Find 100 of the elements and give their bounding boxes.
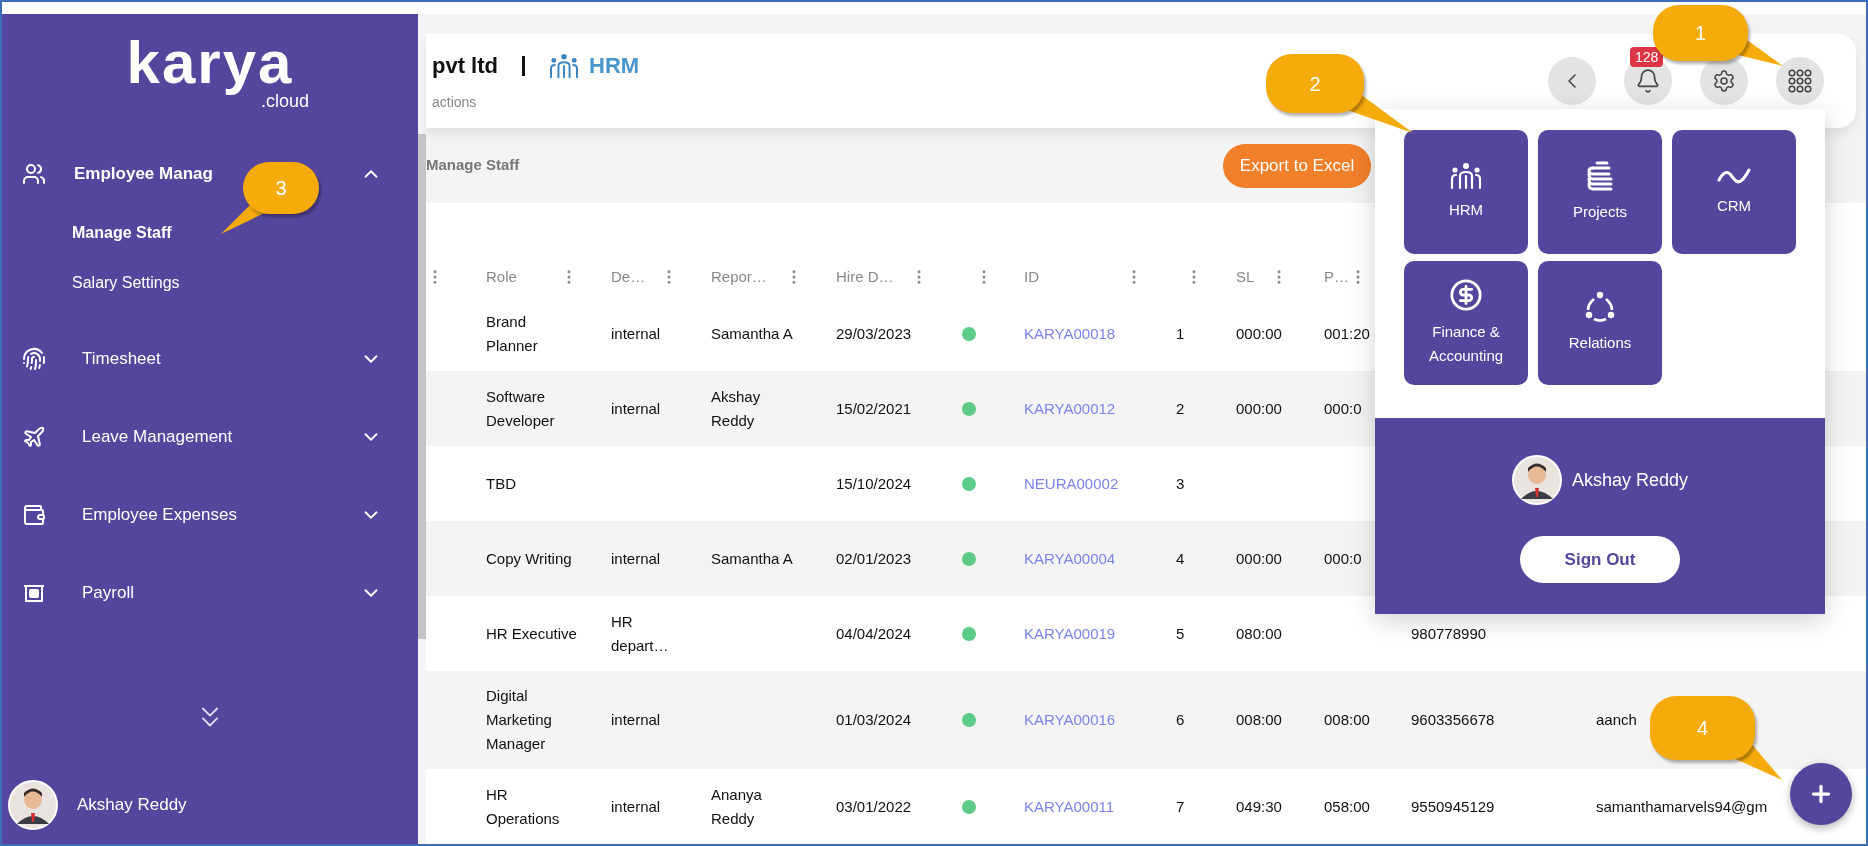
column-header[interactable]: P… (1324, 265, 1349, 289)
wallet-icon (22, 503, 46, 527)
table-cell-text: 001:20 (1324, 323, 1370, 344)
employee-id-link[interactable]: NEURA00002 (1024, 471, 1119, 496)
table-cell-text: samanthamarvels94@gm (1596, 796, 1768, 817)
people-group-icon (549, 52, 579, 79)
table-cell-text: internal (611, 548, 661, 569)
column-header[interactable]: Role (486, 265, 517, 289)
employee-id-link[interactable]: KARYA00011 (1024, 794, 1115, 819)
notification-count: 128 (1630, 47, 1664, 67)
table-cell-text: internal (611, 796, 661, 817)
table-cell-text: HR Operations (486, 784, 561, 829)
module-tile[interactable]: Finance & Accounting (1404, 261, 1528, 385)
table-cell-text: 6 (1176, 710, 1185, 730)
table-cell-text: Ananya Reddy (711, 784, 763, 829)
sidebar-item[interactable]: Timesheet (82, 346, 161, 372)
avatar-icon (8, 780, 58, 830)
settings-button[interactable] (1700, 57, 1748, 105)
column-header[interactable]: Hire D… (836, 265, 894, 289)
people-group-icon (1450, 162, 1482, 190)
table-cell-text: 04/04/2024 (836, 623, 912, 644)
table-cell-text: TBD (486, 473, 516, 494)
table-cell-text: 008:00 (1324, 710, 1370, 730)
header-subtitle: actions (432, 93, 478, 112)
employee-id-link[interactable]: KARYA00012 (1024, 396, 1116, 421)
callout: 2 (1266, 54, 1364, 113)
table-cell-text: Digital Marketing Manager (486, 686, 553, 754)
table-cell-text: 01/03/2024 (836, 710, 912, 730)
table-cell-text: 000:00 (1236, 548, 1282, 569)
table-cell-text: 5 (1176, 623, 1185, 644)
column-header[interactable]: Repor… (711, 265, 767, 289)
table-cell-text: 9603356678 (1411, 710, 1495, 730)
user-name: Akshay Reddy (1571, 468, 1689, 492)
sidebar-subitem[interactable]: Salary Settings (2, 258, 418, 308)
airplane-icon (22, 425, 46, 449)
table-cell-text: 058:00 (1324, 796, 1370, 817)
table-cell-text: 980778990 (1411, 623, 1487, 644)
table-cell-text: HR depart… (611, 611, 670, 656)
app-grid-icon (1788, 69, 1812, 93)
column-header[interactable]: SL (1236, 265, 1255, 289)
table-cell-text: 2 (1176, 398, 1185, 419)
table-cell-text: HR Executive (486, 623, 577, 644)
breadcrumb: Manage Staff (426, 155, 521, 176)
module-tile[interactable]: HRM (1404, 130, 1528, 254)
table-cell-text: internal (611, 323, 661, 344)
table-cell-text: 03/01/2022 (836, 796, 912, 817)
sidebar-item[interactable]: Employee Expenses (82, 502, 237, 528)
sidebar-item[interactable]: Leave Management (82, 424, 233, 450)
table-cell-text: 4 (1176, 548, 1185, 569)
sidebar-item[interactable]: Payroll (82, 580, 134, 606)
table-cell-text: internal (611, 710, 661, 730)
user-name: Akshay Reddy (77, 794, 187, 817)
table-cell-text: 3 (1176, 473, 1185, 494)
table-cell-text: 15/10/2024 (836, 473, 912, 494)
table-cell-text: 000:00 (1236, 323, 1282, 344)
table-cell-text: internal (611, 398, 661, 419)
table-cell-text: Samantha A (711, 548, 793, 569)
apps-button[interactable] (1776, 57, 1824, 105)
table-cell-text: 080:00 (1236, 623, 1282, 644)
bell-icon (1635, 68, 1661, 94)
column-header[interactable]: ID (1024, 265, 1039, 289)
table-cell-text: 000:0 (1324, 548, 1362, 569)
module-tile[interactable]: CRM (1672, 130, 1796, 254)
dollar-circle-icon (1449, 278, 1483, 312)
table-cell-text: aanch (1596, 710, 1637, 730)
company-name: pvt ltd (432, 52, 498, 80)
table-cell-text: 15/02/2021 (836, 398, 912, 419)
module-tile[interactable]: Projects (1538, 130, 1662, 254)
table-cell-text: 000:0 (1324, 398, 1362, 419)
table-cell-text: 1 (1176, 323, 1185, 344)
table-cell-text: Samantha A (711, 323, 793, 344)
avatar-icon (1511, 455, 1562, 505)
users-icon (22, 162, 46, 186)
table-cell-text: Akshay Reddy (711, 386, 762, 431)
table-cell-text: Software Developer (486, 386, 556, 431)
table-cell-text: 008:00 (1236, 710, 1282, 730)
employee-id-link[interactable]: KARYA00004 (1024, 546, 1116, 571)
scrollbar[interactable] (418, 134, 426, 639)
table-cell-text: 7 (1176, 796, 1185, 817)
employee-id-link[interactable]: KARYA00016 (1024, 708, 1116, 732)
export-button[interactable]: Export to Excel (1223, 143, 1371, 188)
module-tile[interactable]: Relations (1538, 261, 1662, 385)
fingerprint-icon (22, 347, 46, 371)
employee-id-link[interactable]: KARYA00019 (1024, 621, 1116, 646)
table-cell-text: Copy Writing (486, 548, 572, 569)
table-cell-text: 29/03/2023 (836, 323, 912, 344)
column-header[interactable]: De… (611, 265, 646, 289)
sign-out-button[interactable]: Sign Out (1520, 536, 1680, 583)
module-name: HRM (589, 52, 640, 80)
wave-icon (1717, 166, 1751, 186)
sidebar-item[interactable]: Employee Manag (74, 161, 213, 187)
settings-icon (1712, 69, 1736, 93)
table-cell-text: 049:30 (1236, 796, 1282, 817)
table-cell-text: 02/01/2023 (836, 548, 912, 569)
table-cell-text: 000:00 (1236, 398, 1282, 419)
table-cell-text: 9550945129 (1411, 796, 1495, 817)
connected-circles-icon (1584, 291, 1616, 323)
stacked-layers-icon (1585, 160, 1615, 192)
employee-id-link[interactable]: KARYA00018 (1024, 321, 1116, 346)
table-cell-text: Brand Planner (486, 311, 539, 356)
